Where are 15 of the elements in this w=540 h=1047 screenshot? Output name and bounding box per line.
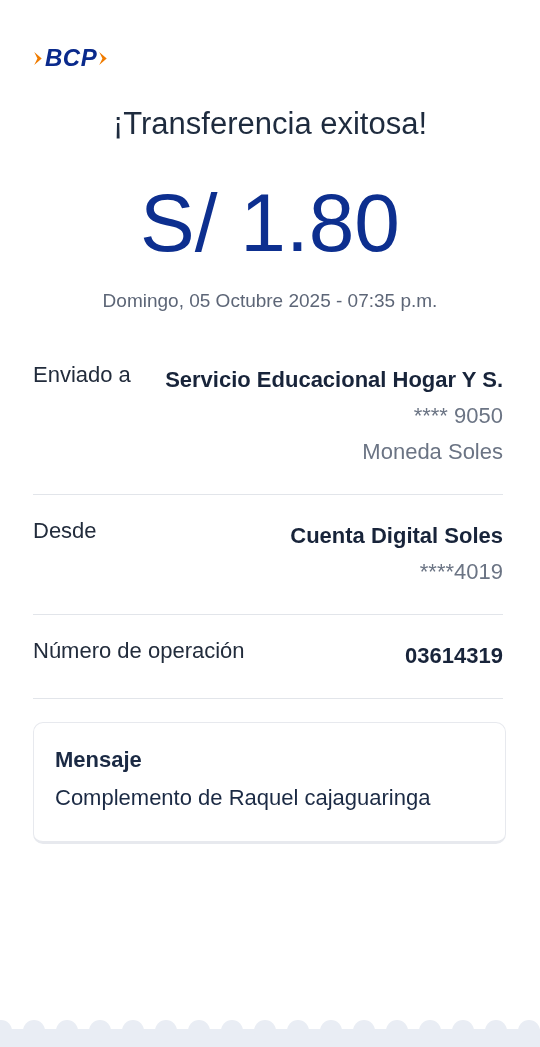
message-heading: Mensaje [55, 747, 143, 773]
detail-value: Servicio Educacional Hogar Y S. [165, 366, 503, 394]
detail-value: ****4019 [419, 558, 503, 586]
detail-label: Número de operación [33, 638, 245, 665]
detail-value: Moneda Soles [362, 438, 503, 466]
detail-value: 03614319 [405, 642, 503, 670]
logo: BCP [33, 44, 110, 72]
amount: S/ 1.80 [139, 182, 401, 264]
detail-value: **** 9050 [413, 402, 503, 430]
detail-label: Enviado a [33, 362, 131, 389]
message-text: Complemento de Raquel cajaguaringa [55, 785, 432, 811]
detail-label: Desde [33, 518, 97, 545]
detail-value: Cuenta Digital Soles [290, 522, 503, 550]
date-time: Domingo, 05 Octubre 2025 - 07:35 p.m. [101, 290, 439, 312]
success-title: ¡Transferencia exitosa! [111, 106, 429, 142]
